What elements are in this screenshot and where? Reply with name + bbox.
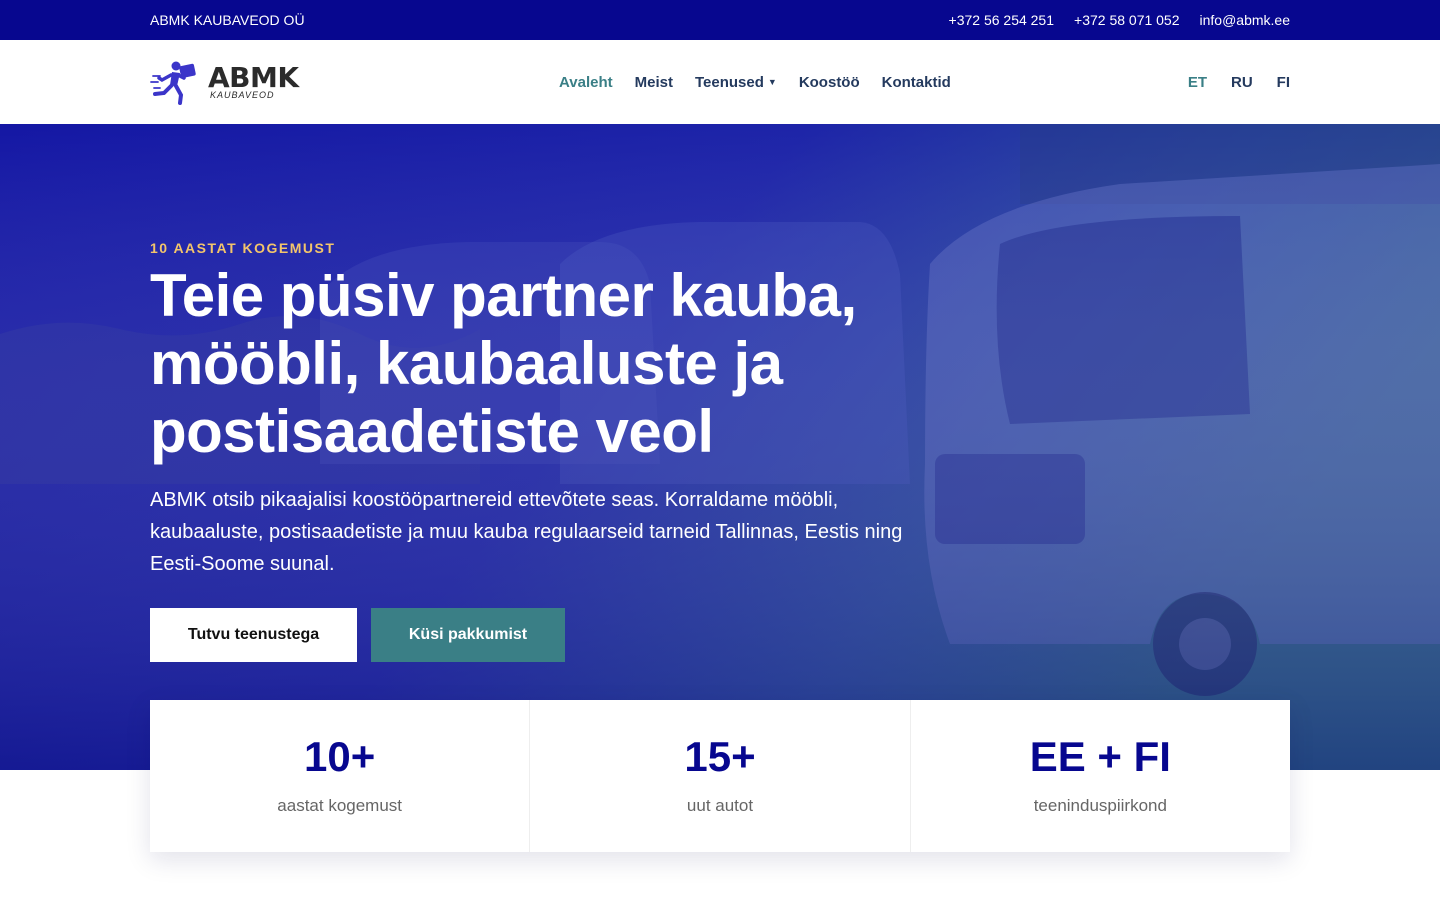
company-name: ABMK KAUBAVEOD OÜ [150,12,305,28]
hero-section: 10 AASTAT KOGEMUST Teie püsiv partner ka… [0,124,1440,770]
top-bar: ABMK KAUBAVEOD OÜ +372 56 254 251 +372 5… [0,0,1440,40]
logo-wordmark: ABMK [208,61,299,94]
nav-item-teenused[interactable]: Teenused ▼ [695,74,777,91]
running-courier-icon [150,58,206,106]
hero-content: 10 AASTAT KOGEMUST Teie püsiv partner ka… [150,240,930,662]
nav-item-teenused-label: Teenused [694,73,764,91]
request-quote-button[interactable]: Küsi pakkumist [371,608,565,662]
contact-links: +372 56 254 251 +372 58 071 052 info@abm… [949,12,1290,28]
stats-panel: 10+ aastat kogemust 15+ uut autot EE + F… [150,700,1290,852]
stat-value: 15+ [684,733,756,780]
logo-tagline: KAUBAVEOD [210,90,275,100]
caret-down-icon: ▼ [767,76,777,87]
site-header: ABMK KAUBAVEOD Avaleht Meist Teenused ▼ K… [0,40,1440,124]
hero-title: Teie püsiv partner kauba, mööbli, kaubaa… [150,262,857,465]
stat-card: 10+ aastat kogemust [150,700,531,852]
stat-label: uut autot [686,796,754,815]
lang-et[interactable]: ET [1188,74,1207,91]
hero-buttons: Tutvu teenustega Küsi pakkumist [150,608,930,662]
nav-item-meist[interactable]: Meist [635,74,673,91]
hero-description: ABMK otsib pikaajalisi koostööpartnereid… [150,489,903,575]
email-link[interactable]: info@abmk.ee [1200,12,1290,28]
services-button[interactable]: Tutvu teenustega [150,608,357,662]
main-nav: Avaleht Meist Teenused ▼ Koostöö Kontakti… [559,74,951,91]
stat-value: 10+ [304,733,376,780]
stat-label: aastat kogemust [277,796,403,815]
nav-item-avaleht[interactable]: Avaleht [559,74,613,91]
phone-link-1[interactable]: +372 56 254 251 [949,12,1055,28]
stat-value: EE + FI [1029,733,1171,780]
lang-fi[interactable]: FI [1277,74,1290,91]
logo[interactable]: ABMK KAUBAVEOD [150,58,320,106]
lang-ru[interactable]: RU [1231,74,1253,91]
nav-item-kontaktid[interactable]: Kontaktid [882,74,951,91]
hero-eyebrow: 10 AASTAT KOGEMUST [150,240,336,256]
stat-label: teeninduspiirkond [1033,796,1167,815]
stat-card: EE + FI teeninduspiirkond [911,700,1290,852]
phone-link-2[interactable]: +372 58 071 052 [1074,12,1180,28]
stat-card: 15+ uut autot [530,700,911,852]
nav-item-koostoo[interactable]: Koostöö [799,74,860,91]
language-switcher: ET RU FI [1188,74,1290,91]
